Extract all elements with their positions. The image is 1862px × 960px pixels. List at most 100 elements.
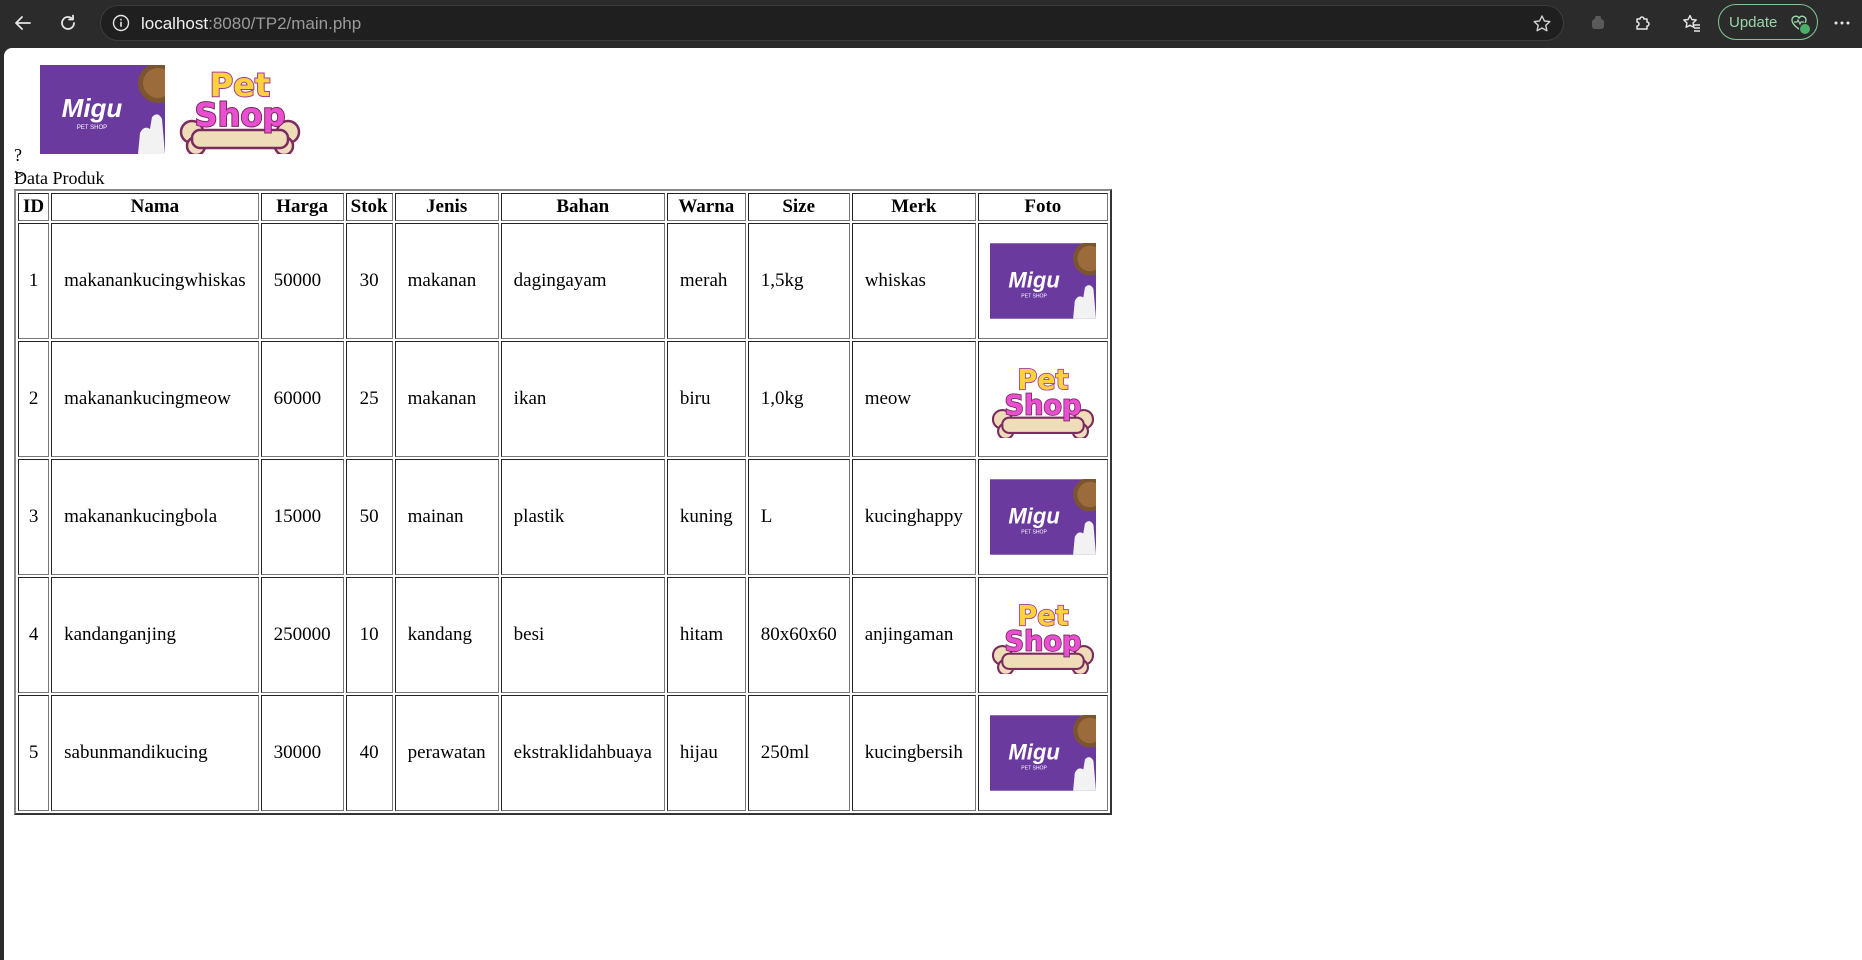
cell-warna: biru <box>666 341 746 457</box>
cell-merk: anjingaman <box>851 577 976 693</box>
header-id: ID <box>18 193 50 221</box>
petshop-logo-line2: Shop <box>1004 390 1081 421</box>
migu-logo-subtext: PET SHOP <box>1021 294 1047 300</box>
cell-id: 1 <box>18 223 50 339</box>
petshop-logo-line2: Shop <box>195 96 286 134</box>
update-label: Update <box>1729 13 1778 31</box>
cell-stok: 40 <box>345 695 393 811</box>
ellipsis-icon <box>1834 21 1850 25</box>
back-arrow-icon <box>15 16 31 30</box>
header-stok: Stok <box>345 193 393 221</box>
migu-logo-subtext: PET SHOP <box>1021 530 1047 536</box>
header-jenis: Jenis <box>394 193 499 221</box>
header-size: Size <box>747 193 850 221</box>
cell-foto: Pet Shop <box>977 577 1108 693</box>
cell-merk: kucingbersih <box>851 695 976 811</box>
cell-id: 3 <box>18 459 50 575</box>
migu-logo-text: Migu <box>62 93 123 123</box>
product-photo-petshop: Pet Shop <box>991 364 1094 438</box>
product-photo-petshop: Pet Shop <box>991 600 1094 674</box>
migu-logo-text: Migu <box>1008 267 1060 292</box>
header-warna: Warna <box>666 193 746 221</box>
cell-size: 80x60x60 <box>747 577 850 693</box>
header-merk: Merk <box>851 193 976 221</box>
cell-nama: makanankucingwhiskas <box>51 223 259 339</box>
cell-jenis: mainan <box>394 459 499 575</box>
petshop-logo-line2: Shop <box>1004 626 1081 657</box>
header-nama: Nama <box>51 193 259 221</box>
browser-toolbar: localhost:8080/TP2/main.php Update <box>0 0 1862 46</box>
cell-warna: hitam <box>666 577 746 693</box>
product-photo-migu: Migu PET SHOP <box>989 479 1096 555</box>
cell-foto: Migu PET SHOP <box>977 459 1108 575</box>
cell-merk: whiskas <box>851 223 976 339</box>
migu-logo-subtext: PET SHOP <box>1021 766 1047 772</box>
table-row: 4 kandanganjing 250000 10 kandang besi hitam 80… <box>18 577 1108 693</box>
extensions-icon[interactable] <box>1626 7 1658 39</box>
more-menu-button[interactable] <box>1826 7 1858 39</box>
cell-foto: Migu PET SHOP <box>977 695 1108 811</box>
product-photo-migu: Migu PET SHOP <box>989 243 1096 319</box>
cell-stok: 50 <box>345 459 393 575</box>
cell-jenis: perawatan <box>394 695 499 811</box>
header-bahan: Bahan <box>500 193 665 221</box>
cell-jenis: makanan <box>394 341 499 457</box>
cell-bahan: plastik <box>500 459 665 575</box>
migu-logo-image: Migu PET SHOP <box>40 65 165 154</box>
table-row: 5 sabunmandikucing 30000 40 perawatan ekstrak… <box>18 695 1108 811</box>
url-text[interactable]: localhost:8080/TP2/main.php <box>141 14 361 34</box>
cell-jenis: makanan <box>394 223 499 339</box>
cell-nama: sabunmandikucing <box>51 695 259 811</box>
address-bar[interactable]: localhost:8080/TP2/main.php <box>100 5 1564 41</box>
copilot-icon[interactable] <box>1582 7 1614 39</box>
update-button[interactable]: Update <box>1718 4 1818 40</box>
table-header-row: ID Nama Harga Stok Jenis Bahan Warna Siz… <box>18 193 1108 221</box>
update-badge-dot <box>1799 23 1811 35</box>
cell-harga: 250000 <box>260 577 344 693</box>
cell-stok: 30 <box>345 223 393 339</box>
cell-nama: kandanganjing <box>51 577 259 693</box>
table-row: 3 makanankucingbola 15000 50 mainan plastik ku… <box>18 459 1108 575</box>
cell-warna: merah <box>666 223 746 339</box>
cell-size: 250ml <box>747 695 850 811</box>
migu-logo-subtext: PET SHOP <box>77 125 107 131</box>
reload-icon <box>61 14 75 30</box>
product-photo-migu: Migu PET SHOP <box>989 715 1096 791</box>
url-host: localhost <box>141 14 209 33</box>
cell-warna: kuning <box>666 459 746 575</box>
cell-foto: Pet Shop <box>977 341 1108 457</box>
cell-harga: 15000 <box>260 459 344 575</box>
header-harga: Harga <box>260 193 344 221</box>
table-row: 1 makanankucingwhiskas 50000 30 makanan dagin… <box>18 223 1108 339</box>
table-caption: Data Produk <box>14 168 105 188</box>
favorites-icon[interactable] <box>1676 7 1708 39</box>
products-table: ID Nama Harga Stok Jenis Bahan Warna Siz… <box>14 189 1112 815</box>
cell-size: 1,5kg <box>747 223 850 339</box>
cell-size: 1,0kg <box>747 341 850 457</box>
cell-stok: 10 <box>345 577 393 693</box>
cell-harga: 30000 <box>260 695 344 811</box>
bookmark-star-icon[interactable] <box>1531 13 1553 35</box>
cell-harga: 60000 <box>260 341 344 457</box>
cell-nama: makanankucingbola <box>51 459 259 575</box>
cell-bahan: ikan <box>500 341 665 457</box>
cell-bahan: ekstraklidahbuaya <box>500 695 665 811</box>
back-button[interactable] <box>7 7 39 39</box>
migu-logo-text: Migu <box>1008 503 1060 528</box>
cell-id: 2 <box>18 341 50 457</box>
migu-logo-text: Migu <box>1008 739 1060 764</box>
header-foto: Foto <box>977 193 1108 221</box>
cell-id: 5 <box>18 695 50 811</box>
url-path: :8080/TP2/main.php <box>208 14 362 33</box>
cell-stok: 25 <box>345 341 393 457</box>
reload-button[interactable] <box>52 7 84 39</box>
petshop-logo-image: Pet Shop <box>179 65 301 154</box>
cell-foto: Migu PET SHOP <box>977 223 1108 339</box>
table-row: 2 makanankucingmeow 60000 25 makanan ikan biru… <box>18 341 1108 457</box>
cell-bahan: besi <box>500 577 665 693</box>
cell-harga: 50000 <box>260 223 344 339</box>
site-info-icon[interactable] <box>111 13 131 33</box>
cell-jenis: kandang <box>394 577 499 693</box>
cell-bahan: dagingayam <box>500 223 665 339</box>
cell-nama: makanankucingmeow <box>51 341 259 457</box>
